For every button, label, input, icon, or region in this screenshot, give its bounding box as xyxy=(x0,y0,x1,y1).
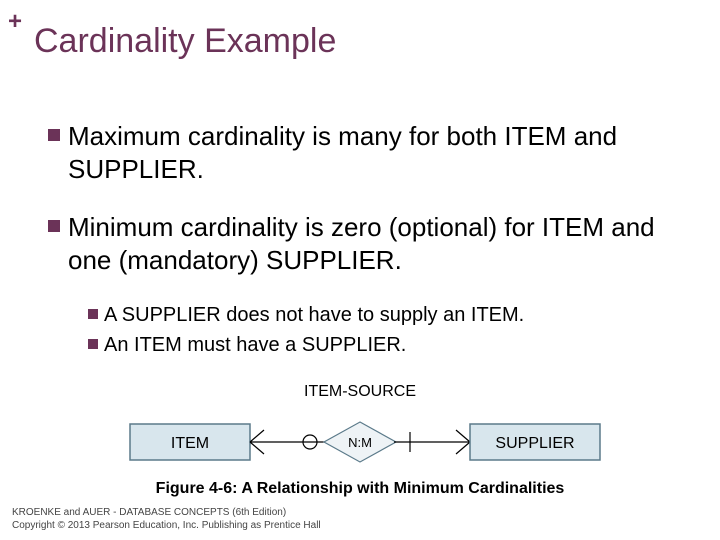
bullet-marker-icon xyxy=(48,220,60,232)
crows-foot-icon xyxy=(250,442,264,454)
sub-bullet-text: A SUPPLIER does not have to supply an IT… xyxy=(104,302,524,328)
bullet-item: Maximum cardinality is many for both ITE… xyxy=(48,120,672,185)
er-diagram: ITEM-SOURCE ITEM N:M SUPPLIER xyxy=(0,380,720,480)
footer: KROENKE and AUER - DATABASE CONCEPTS (6t… xyxy=(12,506,321,532)
diagram-svg: ITEM-SOURCE ITEM N:M SUPPLIER xyxy=(100,380,620,480)
crows-foot-icon xyxy=(456,430,470,442)
relationship-label: ITEM-SOURCE xyxy=(304,383,416,400)
footer-line: KROENKE and AUER - DATABASE CONCEPTS (6t… xyxy=(12,506,321,519)
bullet-item: Minimum cardinality is zero (optional) f… xyxy=(48,211,672,276)
crows-foot-icon xyxy=(250,430,264,442)
cardinality-label: N:M xyxy=(348,435,372,450)
entity-label-left: ITEM xyxy=(171,435,209,452)
plus-icon: + xyxy=(8,8,22,36)
sub-bullet-item: A SUPPLIER does not have to supply an IT… xyxy=(88,302,672,328)
content-area: Maximum cardinality is many for both ITE… xyxy=(48,120,672,362)
crows-foot-icon xyxy=(456,442,470,454)
sub-bullet-list: A SUPPLIER does not have to supply an IT… xyxy=(88,302,672,358)
entity-label-right: SUPPLIER xyxy=(495,435,574,452)
sub-bullet-text: An ITEM must have a SUPPLIER. xyxy=(104,332,406,358)
bullet-text: Minimum cardinality is zero (optional) f… xyxy=(68,211,672,276)
bullet-marker-icon xyxy=(48,129,60,141)
sub-bullet-item: An ITEM must have a SUPPLIER. xyxy=(88,332,672,358)
figure-caption: Figure 4-6: A Relationship with Minimum … xyxy=(0,480,720,498)
footer-line: Copyright © 2013 Pearson Education, Inc.… xyxy=(12,519,321,532)
bullet-marker-icon xyxy=(88,339,98,349)
bullet-marker-icon xyxy=(88,309,98,319)
bullet-text: Maximum cardinality is many for both ITE… xyxy=(68,120,672,185)
page-title: Cardinality Example xyxy=(34,22,336,61)
